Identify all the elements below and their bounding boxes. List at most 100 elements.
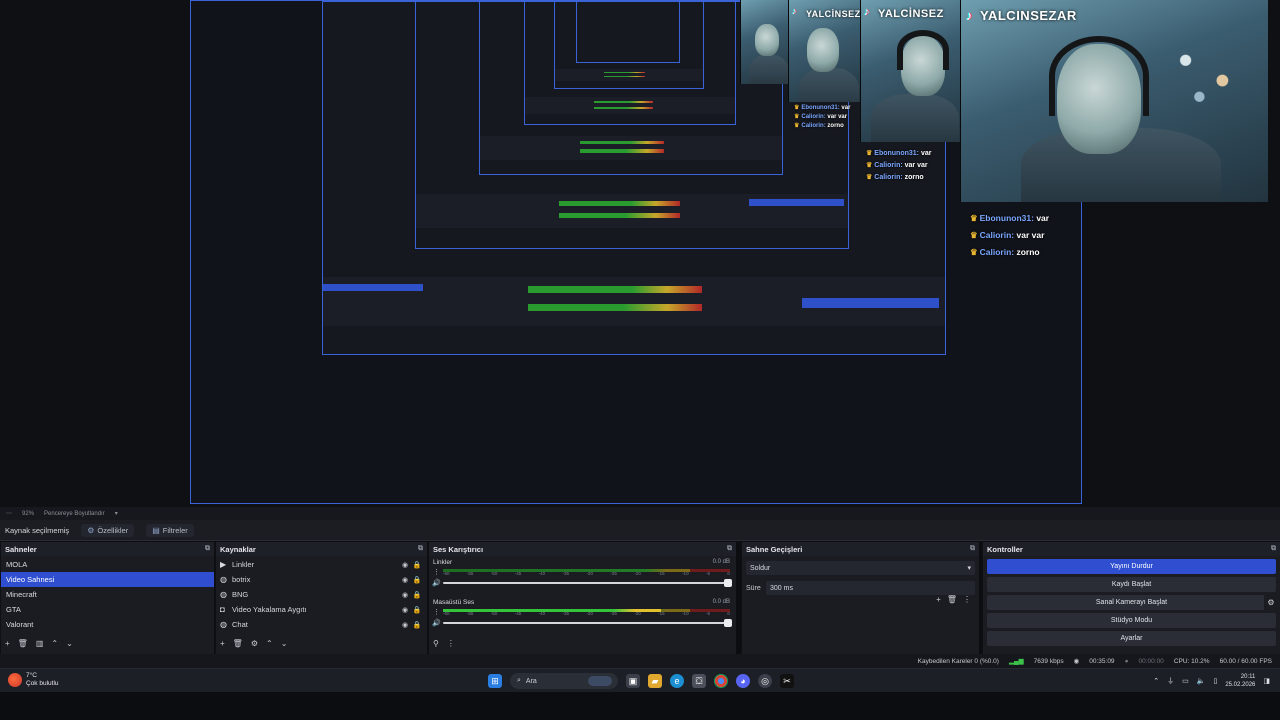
obs-icon[interactable]: ◎ bbox=[758, 674, 772, 688]
eye-icon[interactable]: ◉ bbox=[399, 606, 411, 614]
stop-stream-button[interactable]: Yayını Durdur bbox=[987, 559, 1276, 574]
source-status: Kaynak seçilmemiş bbox=[5, 525, 70, 535]
lock-icon[interactable]: 🔒 bbox=[411, 606, 423, 614]
start-record-button[interactable]: Kaydı Başlat bbox=[987, 577, 1276, 592]
notification-icon[interactable]: ◨ bbox=[1263, 677, 1270, 685]
undock-icon[interactable]: ⧉ bbox=[1271, 545, 1276, 553]
studio-mode-button[interactable]: Stüdyo Modu bbox=[987, 613, 1276, 628]
kebab-menu-icon[interactable]: ⋮ bbox=[433, 608, 440, 616]
eye-icon[interactable]: ◉ bbox=[399, 576, 411, 584]
trash-icon[interactable]: 🗑 bbox=[18, 639, 28, 648]
virtual-camera-button[interactable]: Sanal Kamerayı Başlat ⚙ bbox=[987, 595, 1278, 610]
meter-tick-label: -40 bbox=[538, 611, 546, 616]
volume-icon[interactable]: 🔈 bbox=[1197, 677, 1206, 685]
meter-tick-label: -10 bbox=[682, 611, 689, 616]
browser-icon: ◍ bbox=[220, 590, 227, 599]
undock-icon[interactable]: ⧉ bbox=[970, 545, 975, 553]
slider-knob[interactable] bbox=[724, 579, 732, 587]
meter-tick-label: -10 bbox=[682, 571, 689, 576]
network-icon[interactable]: ▭ bbox=[1182, 677, 1189, 685]
duration-field[interactable]: 300 ms bbox=[766, 581, 975, 595]
chrome-icon[interactable] bbox=[714, 674, 728, 688]
scene-item-minecraft[interactable]: Minecraft bbox=[1, 587, 214, 602]
chevron-up-icon[interactable]: ⌃ bbox=[1153, 677, 1159, 685]
weather-widget[interactable]: 7°C Çok bulutlu bbox=[8, 672, 59, 688]
chat-overlay-small: ♛ Ebonunon31: var ♛ Caliorin: var var ♛ Cal… bbox=[794, 104, 850, 131]
task-view-icon[interactable]: ▣ bbox=[626, 674, 640, 688]
trash-icon[interactable]: 🗑 bbox=[233, 639, 243, 648]
chevron-down-icon: ▾ bbox=[967, 565, 971, 572]
settings-button[interactable]: Ayarlar bbox=[987, 631, 1276, 646]
source-item[interactable]: ▶ Linkler ◉ 🔒 bbox=[216, 557, 427, 572]
source-item[interactable]: ◍ Chat ◉ 🔒 bbox=[216, 617, 427, 632]
zoom-level[interactable]: 92% bbox=[22, 511, 34, 517]
cpu-usage: CPU: 10.2% bbox=[1173, 657, 1210, 665]
discord-icon[interactable]: ◕ bbox=[736, 674, 750, 688]
chevron-down-icon[interactable]: ▾ bbox=[115, 510, 118, 517]
gear-icon[interactable]: ⚙ bbox=[251, 639, 258, 648]
meter-ticks: -60 -55 -50 -45 -40 -35 -30 -25 -20 -15 -10 -5 0 bbox=[443, 571, 730, 576]
filter-icon[interactable]: ▥ bbox=[36, 639, 44, 648]
kebab-menu-icon[interactable]: ⋮ bbox=[447, 639, 455, 648]
meter-tick-label: -5 bbox=[705, 571, 710, 576]
chat-overlay-mid: ♛ Ebonunon31: var ♛ Caliorin: var var ♛ Cal… bbox=[866, 148, 931, 184]
webcam-panel-small bbox=[740, 0, 788, 84]
undock-icon[interactable]: ⧉ bbox=[727, 545, 732, 553]
edge-icon[interactable]: e bbox=[670, 674, 684, 688]
speaker-icon[interactable]: 🔊 bbox=[432, 619, 441, 627]
transition-toolbar: + 🗑 ⋮ bbox=[936, 595, 971, 604]
dock-title: Sahneler ⧉ bbox=[1, 542, 214, 556]
link-icon[interactable]: ⚲ bbox=[433, 639, 439, 648]
eye-icon[interactable]: ◉ bbox=[399, 621, 411, 629]
scene-item-video-sahnesi[interactable]: Video Sahnesi bbox=[1, 572, 214, 587]
transition-select[interactable]: Soldur ▾ bbox=[746, 561, 975, 575]
file-explorer-icon[interactable]: ▰ bbox=[648, 674, 662, 688]
kebab-menu-icon[interactable]: ⋮ bbox=[963, 595, 971, 604]
volume-slider[interactable] bbox=[443, 619, 732, 627]
clock[interactable]: 20:11 25.02.2026 bbox=[1225, 673, 1255, 689]
chevron-down-icon[interactable]: ⌄ bbox=[281, 639, 288, 648]
battery-icon[interactable]: ▯ bbox=[1213, 677, 1217, 685]
scene-item-gta[interactable]: GTA bbox=[1, 602, 214, 617]
eye-icon[interactable]: ◉ bbox=[399, 561, 411, 569]
eye-icon[interactable]: ◉ bbox=[399, 591, 411, 599]
windows-start-icon[interactable]: ⊞ bbox=[488, 674, 502, 688]
taskbar-search[interactable]: ⌕ Ara bbox=[510, 673, 618, 689]
add-icon[interactable]: + bbox=[5, 639, 10, 648]
slider-knob[interactable] bbox=[724, 619, 732, 627]
kebab-menu-icon[interactable]: ⋮ bbox=[433, 568, 440, 576]
lock-icon[interactable]: 🔒 bbox=[411, 576, 423, 584]
volume-slider[interactable] bbox=[443, 579, 732, 587]
zoom-icon[interactable]: ⋯ bbox=[6, 510, 12, 517]
properties-button[interactable]: ⚙ Özellikler bbox=[81, 523, 135, 537]
undock-icon[interactable]: ⧉ bbox=[418, 545, 423, 553]
source-item[interactable]: ◘ Video Yakalama Aygıtı ◉ 🔒 bbox=[216, 602, 427, 617]
lock-icon[interactable]: 🔒 bbox=[411, 591, 423, 599]
store-icon[interactable]: ⛋ bbox=[692, 674, 706, 688]
add-icon[interactable]: + bbox=[936, 595, 941, 604]
lock-icon[interactable]: 🔒 bbox=[411, 561, 423, 569]
speaker-icon[interactable]: 🔊 bbox=[432, 579, 441, 587]
scene-item-valorant[interactable]: Valorant bbox=[1, 617, 214, 632]
scene-item-mola[interactable]: MOLA bbox=[1, 557, 214, 572]
add-icon[interactable]: + bbox=[220, 639, 225, 648]
preview-area[interactable]: YALCİNSEZ YALCİNSEZ YALCINSEZAR ♛Ebonuno… bbox=[0, 0, 1280, 507]
chevron-up-icon[interactable]: ⌃ bbox=[266, 639, 273, 648]
usb-icon[interactable]: ⏚ bbox=[1167, 676, 1174, 686]
source-item[interactable]: ◍ BNG ◉ 🔒 bbox=[216, 587, 427, 602]
sources-dock: Kaynaklar ⧉ ▶ Linkler ◉ 🔒 ◍ botrix ◉ 🔒 ◍… bbox=[215, 542, 427, 654]
gear-icon[interactable]: ⚙ bbox=[1264, 595, 1278, 610]
capcut-icon[interactable]: ✂ bbox=[780, 674, 794, 688]
chat-line: ♛ Caliorin: zorno bbox=[866, 174, 924, 181]
trash-icon[interactable]: 🗑 bbox=[947, 595, 957, 604]
chevron-down-icon[interactable]: ⌄ bbox=[66, 639, 73, 648]
tiktok-icon bbox=[792, 6, 802, 20]
brand-overlay-medium: YALCİNSEZ bbox=[864, 6, 944, 20]
chevron-up-icon[interactable]: ⌃ bbox=[51, 639, 58, 648]
undock-icon[interactable]: ⧉ bbox=[205, 545, 210, 553]
lock-icon[interactable]: 🔒 bbox=[411, 621, 423, 629]
source-item[interactable]: ◍ botrix ◉ 🔒 bbox=[216, 572, 427, 587]
filters-button[interactable]: ▤ Filtreler bbox=[146, 523, 194, 537]
zoom-mode[interactable]: Pencereye Boyutlandır bbox=[44, 511, 105, 517]
meter-tick-label: -50 bbox=[490, 611, 498, 616]
